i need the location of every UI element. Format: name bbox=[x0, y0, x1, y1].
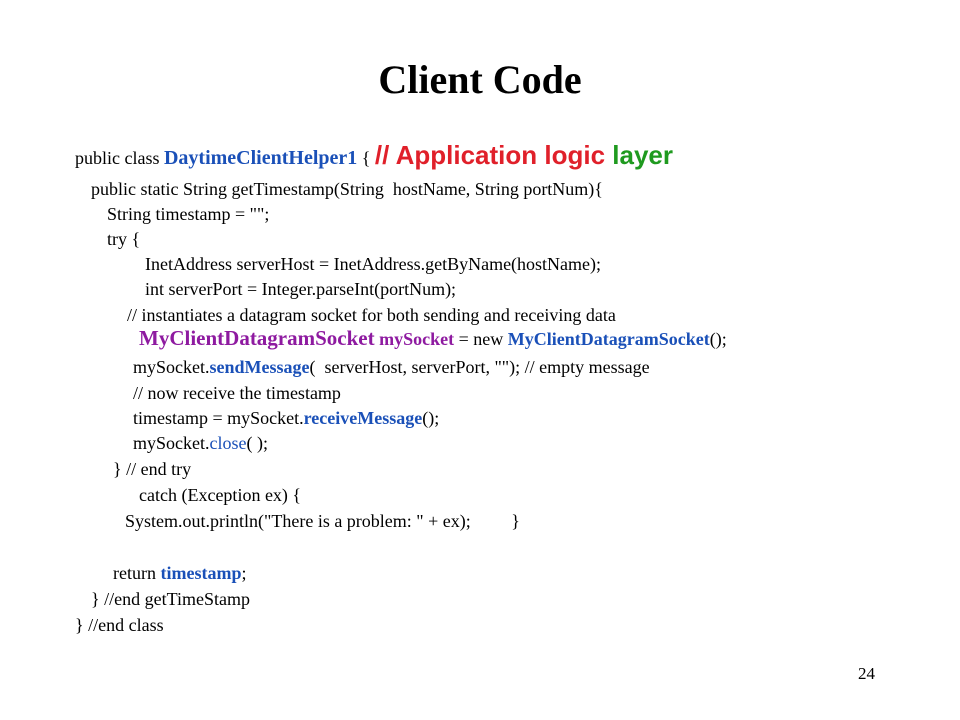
code-line-try: try { bbox=[98, 206, 140, 250]
method-token: receiveMessage bbox=[303, 408, 423, 428]
page-number: 24 bbox=[858, 664, 875, 683]
code-token: (); bbox=[709, 329, 727, 349]
code-token: } //end class bbox=[75, 615, 164, 635]
code-token: System.out.println("There is a problem: … bbox=[125, 511, 471, 531]
code-token: ( serverHost, serverPort, ""); // empty … bbox=[309, 357, 650, 377]
code-line-end-class: } //end class bbox=[66, 592, 164, 636]
code-token: } bbox=[470, 511, 520, 531]
method-token: close bbox=[209, 433, 247, 453]
layer-comment-suffix-token: layer bbox=[605, 140, 674, 170]
slide-title: Client Code bbox=[378, 57, 582, 102]
code-token: (); bbox=[422, 408, 440, 428]
code-token: ( ); bbox=[246, 433, 268, 453]
code-line-println: System.out.println("There is a problem: … bbox=[116, 488, 520, 532]
